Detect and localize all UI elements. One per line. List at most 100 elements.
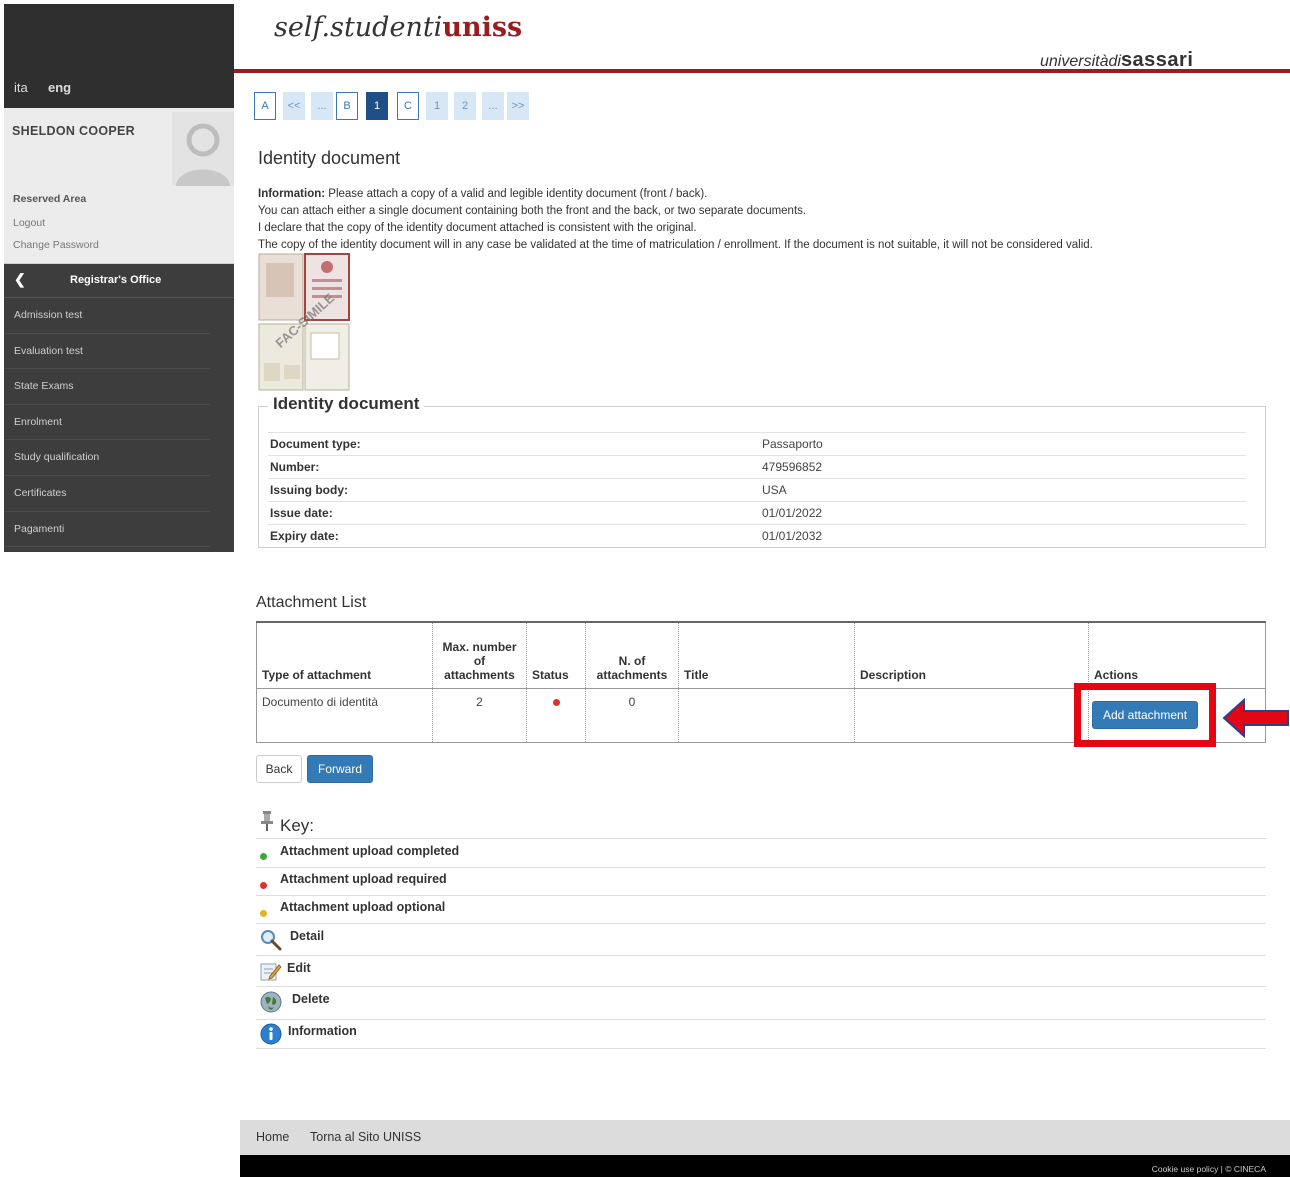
pushpin-icon: [260, 811, 274, 836]
col-n-attachments-line1: N. of: [618, 653, 646, 668]
logout-link[interactable]: Logout: [13, 217, 45, 229]
menu-item-enrolment[interactable]: Enrolment: [4, 405, 210, 441]
key-label: Detail: [290, 929, 325, 943]
cell-description: [854, 688, 1089, 743]
key-item-detail: Detail: [256, 923, 1266, 955]
logo-main-text: self.studenti: [274, 12, 443, 43]
identity-document-sample-image: FAC-SIMILE: [258, 253, 350, 391]
attachment-list-title: Attachment List: [256, 594, 367, 611]
information-line-2: You can attach either a single document …: [258, 205, 807, 217]
identity-label: Expiry date:: [270, 529, 339, 543]
cell-status: [526, 688, 586, 743]
menu-item-evaluation-test[interactable]: Evaluation test: [4, 334, 210, 370]
menu-item-study-qualification[interactable]: Study qualification: [4, 440, 210, 476]
col-n-attachments: N. of attachments: [585, 621, 679, 689]
identity-label: Issuing body:: [270, 483, 348, 497]
key-title-text: Key:: [280, 816, 315, 835]
language-bar: ita eng: [4, 4, 234, 108]
footer-nav: Home Torna al Sito UNISS: [240, 1120, 1290, 1155]
user-panel: SHELDON COOPER Reserved Area Logout Chan…: [4, 108, 234, 264]
information-line-3: I declare that the copy of the identity …: [258, 222, 697, 234]
pager-step-a[interactable]: A: [254, 92, 276, 120]
identity-value: Passaporto: [762, 437, 823, 451]
information-text: Information: Please attach a copy of a v…: [258, 186, 1268, 254]
menu-title: Registrar's Office: [70, 274, 162, 286]
key-item-information: Information: [256, 1019, 1266, 1049]
pager-step-c[interactable]: C: [397, 92, 419, 120]
identity-row-issuing-body: Issuing body: USA: [268, 478, 1246, 501]
back-button[interactable]: Back: [256, 755, 302, 783]
reserved-area-title: Reserved Area: [13, 193, 87, 205]
pager-step-1[interactable]: 1: [426, 92, 448, 120]
table-header-row: Type of attachment Max. number of attach…: [256, 621, 1266, 689]
pointer-arrow-icon: [1222, 698, 1289, 738]
key-item-delete: Delete: [256, 986, 1266, 1019]
key-item-optional: Attachment upload optional: [256, 895, 1266, 923]
cell-title: [678, 688, 855, 743]
add-attachment-button[interactable]: Add attachment: [1092, 701, 1198, 729]
page-title: Identity document: [258, 148, 401, 168]
footer-legal-bar: Cookie use policy | © CINECA: [240, 1155, 1290, 1177]
menu-item-state-exams[interactable]: State Exams: [4, 369, 210, 405]
key-item-completed: Attachment upload completed: [256, 838, 1266, 867]
pager-prev[interactable]: <<: [283, 92, 305, 120]
key-label: Attachment upload required: [280, 872, 447, 886]
identity-label: Document type:: [270, 437, 361, 451]
identity-value: 479596852: [762, 460, 823, 474]
footer-uniss-link[interactable]: Torna al Sito UNISS: [310, 1130, 421, 1144]
col-max-number: Max. number of attachments: [432, 621, 527, 689]
change-password-link[interactable]: Change Password: [13, 239, 99, 251]
col-max-number-line3: attachments: [444, 667, 515, 682]
language-ita-link[interactable]: ita: [14, 80, 28, 95]
site-logo[interactable]: self.studentiuniss: [274, 12, 522, 43]
col-max-number-line1: Max. number: [442, 639, 517, 654]
menu-item-pagamenti[interactable]: Pagamenti: [4, 512, 210, 548]
chevron-left-icon[interactable]: ❮: [14, 271, 26, 288]
key-item-edit: Edit: [256, 955, 1266, 986]
pager-step-current[interactable]: 1: [366, 92, 388, 120]
col-actions: Actions: [1088, 621, 1266, 689]
menu-item-admission-test[interactable]: Admission test: [4, 298, 210, 334]
identity-legend: Identity document: [268, 394, 425, 414]
status-required-icon: [552, 698, 560, 706]
menu-item-certificates[interactable]: Certificates: [4, 476, 210, 512]
col-max-number-line2: of: [473, 653, 486, 668]
identity-value: USA: [762, 483, 787, 497]
forward-button[interactable]: Forward: [307, 755, 373, 783]
identity-row-expiry-date: Expiry date: 01/01/2032: [268, 524, 1246, 547]
logo-accent-text: uniss: [442, 12, 523, 43]
magnifier-icon: [260, 929, 282, 954]
col-title: Title: [678, 621, 855, 689]
col-status: Status: [526, 621, 586, 689]
menu-header: ❮ Registrar's Office: [4, 264, 234, 298]
info-icon: [260, 1023, 282, 1048]
section-gap: [234, 552, 1290, 574]
language-eng-link[interactable]: eng: [48, 80, 71, 95]
identity-value: 01/01/2022: [762, 506, 823, 520]
pager-ellipsis-2: ...: [482, 92, 504, 120]
key-item-required: Attachment upload required: [256, 867, 1266, 895]
key-label: Information: [288, 1024, 357, 1038]
information-line-1: Please attach a copy of a valid and legi…: [325, 188, 708, 200]
key-label: Attachment upload optional: [280, 900, 446, 914]
pager-next[interactable]: >>: [507, 92, 529, 120]
footer-legal-text[interactable]: Cookie use policy | © CINECA: [1152, 1164, 1266, 1174]
pager-step-2[interactable]: 2: [454, 92, 476, 120]
avatar: [172, 112, 234, 186]
identity-value: 01/01/2032: [762, 529, 823, 543]
delete-icon: [260, 991, 282, 1016]
identity-row-document-type: Document type: Passaporto: [268, 432, 1246, 455]
pager-ellipsis: ...: [311, 92, 333, 120]
identity-label: Number:: [270, 460, 320, 474]
col-description: Description: [854, 621, 1089, 689]
identity-row-number: Number: 479596852: [268, 455, 1246, 478]
footer-home-link[interactable]: Home: [256, 1130, 289, 1144]
status-optional-icon: [260, 906, 267, 920]
university-prefix: universitàdi: [1040, 53, 1121, 70]
key-label: Attachment upload completed: [280, 844, 460, 858]
key-label: Delete: [292, 992, 330, 1006]
header-divider: [234, 69, 1290, 73]
user-silhouette-icon: [176, 123, 230, 186]
pager-step-b[interactable]: B: [336, 92, 358, 120]
identity-row-issue-date: Issue date: 01/01/2022: [268, 501, 1246, 524]
